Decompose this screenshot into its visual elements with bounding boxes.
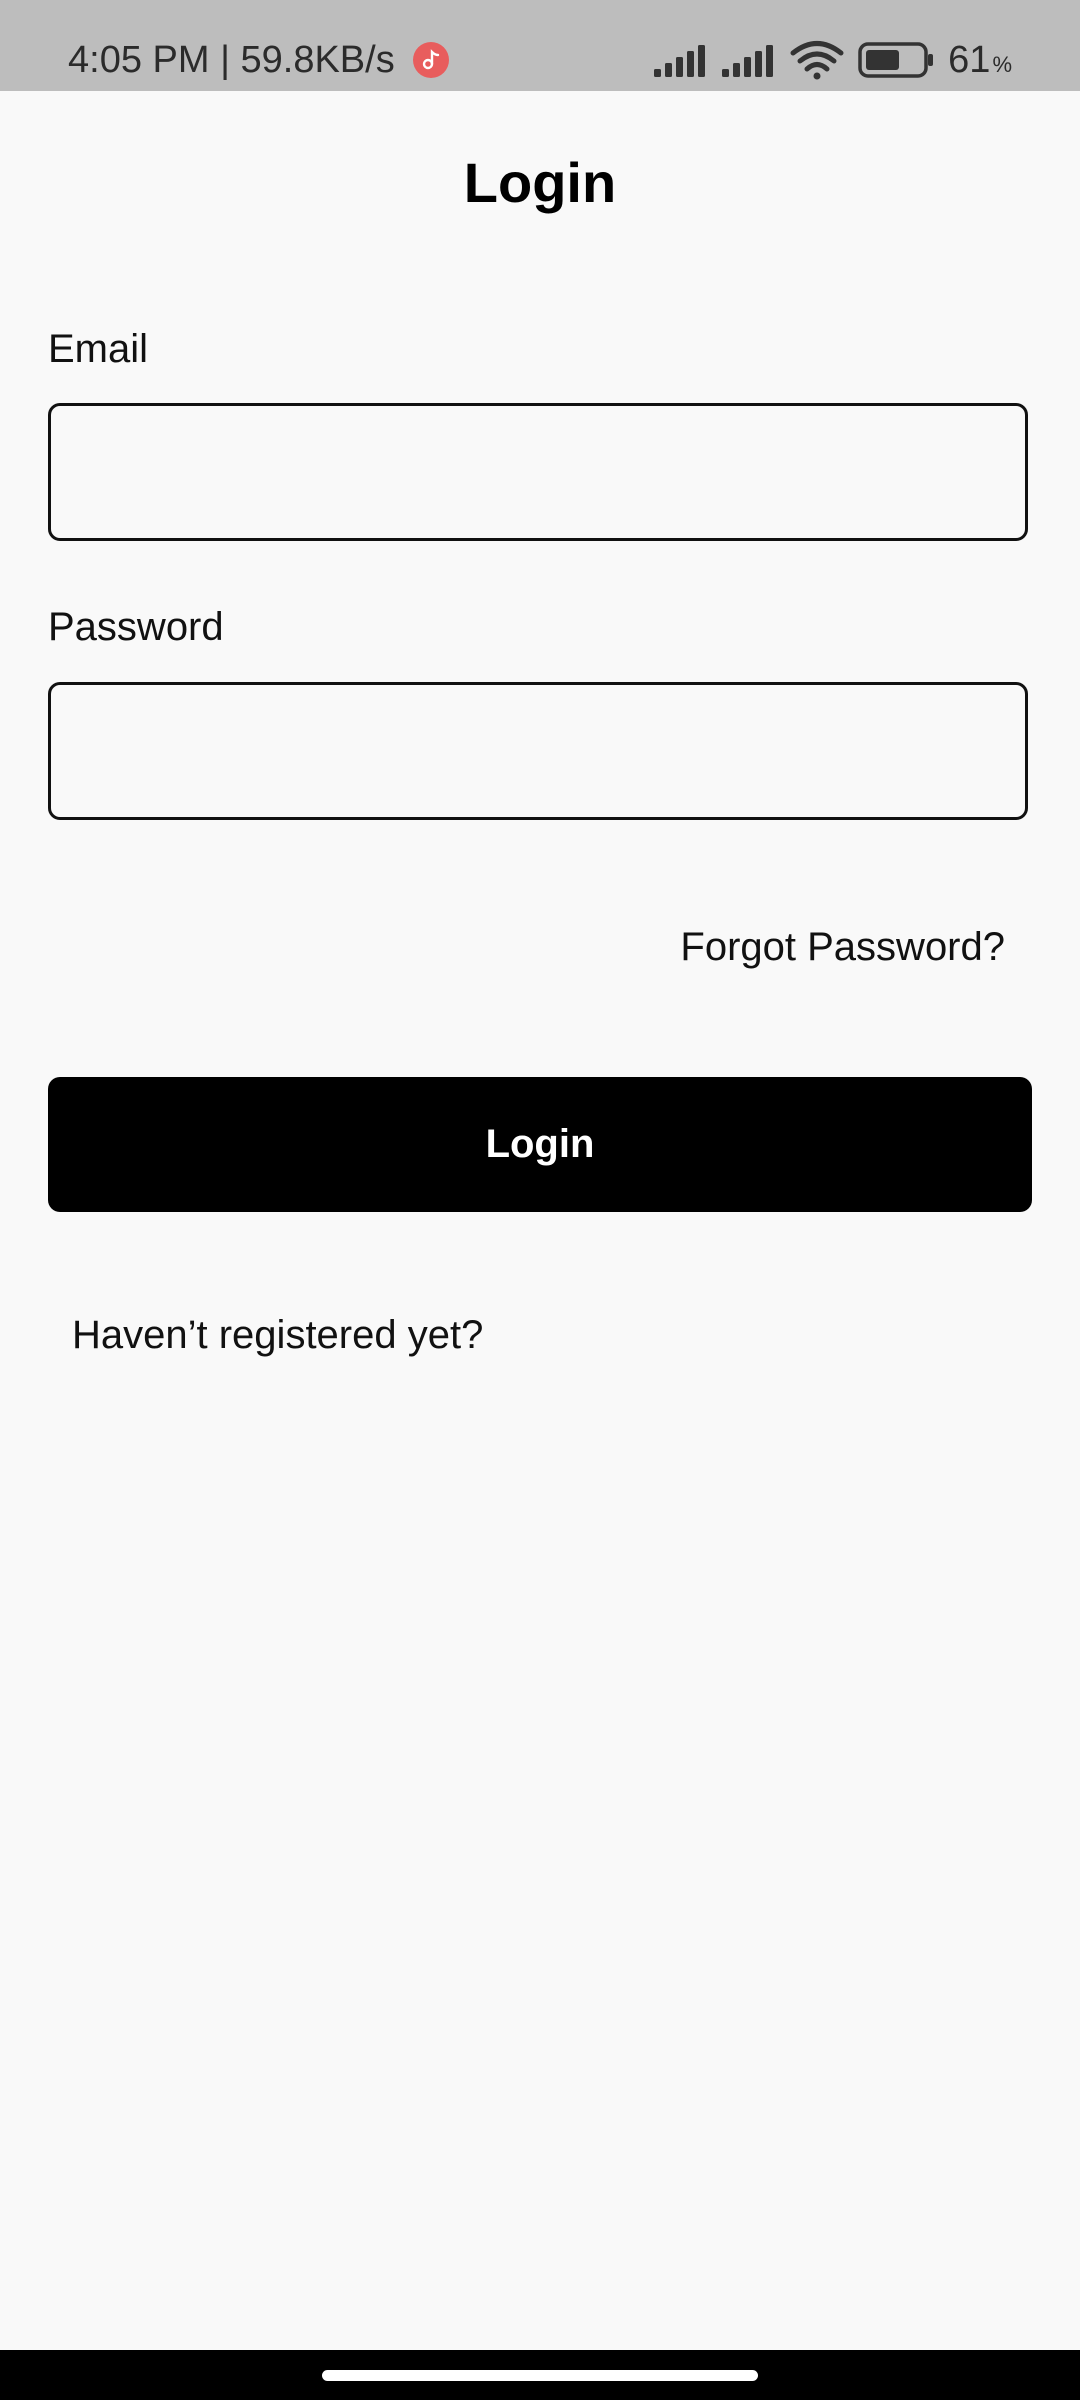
- battery-percent: 61 %: [948, 39, 1012, 82]
- status-bar: 4:05 PM | 59.8KB/s 61 %: [0, 0, 1080, 91]
- email-label: Email: [48, 327, 149, 371]
- status-left: 4:05 PM | 59.8KB/s: [68, 36, 449, 84]
- email-field[interactable]: [48, 403, 1028, 541]
- battery-icon: [858, 42, 934, 78]
- page-title: Login: [463, 151, 617, 214]
- password-label: Password: [48, 605, 224, 649]
- password-field[interactable]: [48, 682, 1028, 820]
- status-time-speed: 4:05 PM | 59.8KB/s: [68, 39, 395, 81]
- register-link[interactable]: Haven’t registered yet?: [72, 1310, 483, 1360]
- music-app-icon: [412, 42, 449, 78]
- login-screen: 4:05 PM | 59.8KB/s 61 % Login Email Pass…: [0, 0, 1080, 2400]
- wifi-icon: [790, 41, 844, 80]
- signal-icon: [654, 45, 706, 77]
- login-button[interactable]: Login: [48, 1077, 1032, 1212]
- home-indicator[interactable]: [322, 2370, 758, 2381]
- signal-icon: [722, 45, 774, 77]
- status-right: 61 %: [654, 36, 1012, 84]
- battery-level: 61: [948, 38, 991, 81]
- navigation-bar: [0, 2350, 1080, 2400]
- forgot-password-link[interactable]: Forgot Password?: [680, 922, 1005, 972]
- battery-unit: %: [992, 51, 1012, 77]
